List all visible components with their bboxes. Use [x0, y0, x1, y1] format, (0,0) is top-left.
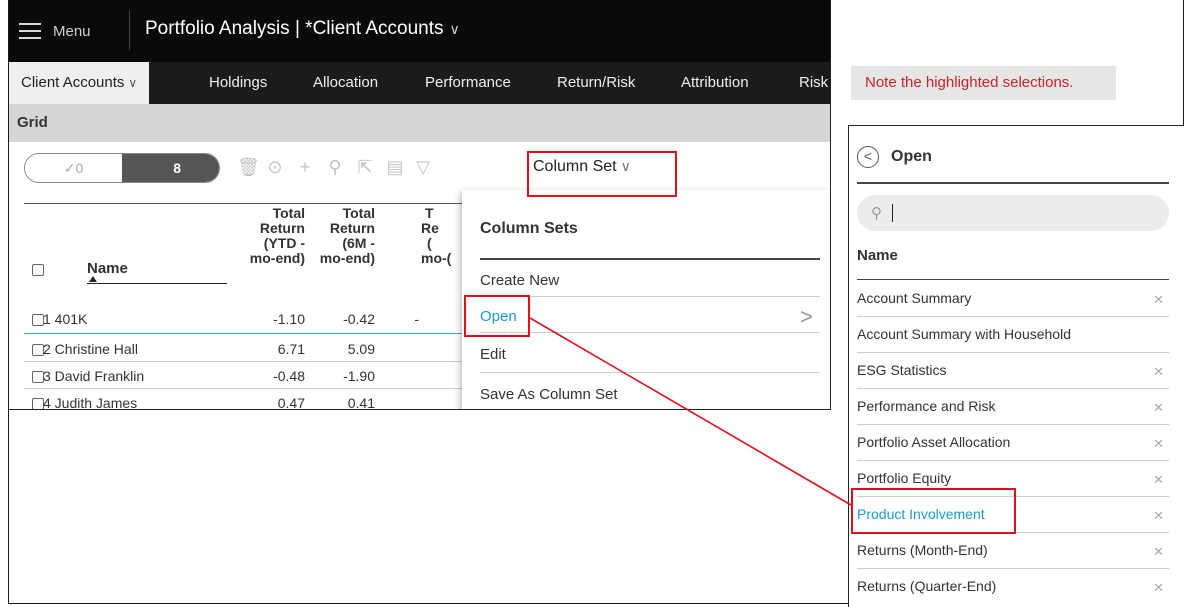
row-divider [24, 388, 464, 389]
table-row-name[interactable]: 2 Christine Hall [43, 341, 138, 357]
unpin-icon[interactable]: ✕ [1153, 436, 1164, 452]
tab-holdings[interactable]: Holdings [209, 62, 267, 104]
divider [857, 182, 1169, 184]
chevron-right-icon: > [800, 304, 813, 329]
menu-button[interactable]: Menu [19, 18, 91, 44]
list-item[interactable]: Account Summary with Household [857, 326, 1169, 342]
unpin-icon[interactable]: ✕ [1153, 400, 1164, 416]
back-icon[interactable]: < [857, 146, 879, 168]
unpin-icon[interactable]: ✕ [1153, 364, 1164, 380]
list-item[interactable]: Returns (Quarter-End) [857, 578, 1169, 594]
hamburger-icon [19, 23, 41, 39]
table-cell: -1.90 [343, 368, 375, 384]
top-bar: Menu Portfolio Analysis | *Client Accoun… [9, 0, 830, 62]
document-icon[interactable]: ▤ [385, 157, 405, 177]
highlight-box-column-set [527, 151, 677, 197]
tab-client-accounts[interactable]: Client Accounts ∨ [9, 62, 150, 104]
select-all-checkbox[interactable] [32, 264, 44, 276]
app-window: Menu Portfolio Analysis | *Client Accoun… [9, 0, 831, 410]
grid-top-border [24, 203, 464, 204]
divider [857, 316, 1169, 317]
selection-toggle[interactable]: ✓0 8 [24, 153, 220, 183]
search-input[interactable]: ⚲ [857, 195, 1169, 231]
divider [129, 10, 130, 50]
delete-icon[interactable]: 🗑 [237, 157, 260, 177]
divider [857, 460, 1169, 461]
sort-ascending-icon [89, 276, 97, 282]
column-header-partial[interactable]: T Re(mo-( [389, 206, 469, 266]
toggle-selected-count[interactable]: ✓0 [25, 154, 122, 182]
tab-attribution[interactable]: Attribution [681, 62, 749, 104]
toggle-total-count[interactable]: 8 [122, 154, 219, 182]
column-sets-title: Column Sets [480, 220, 578, 237]
table-cell: 5.09 [347, 341, 375, 357]
table-cell: -1.10 [273, 311, 305, 327]
table-cell: -0.48 [273, 368, 305, 384]
column-header-name: Name [857, 247, 898, 264]
unpin-icon[interactable]: ✕ [1153, 544, 1164, 560]
tab-risk[interactable]: Risk [799, 62, 828, 104]
grid-section-header: Grid [9, 104, 830, 142]
filter-icon[interactable]: ▽ [413, 157, 433, 177]
circle-chevron-icon[interactable]: ⊙ [265, 157, 285, 177]
unpin-icon[interactable]: ✕ [1153, 292, 1164, 308]
row-divider [24, 361, 464, 362]
column-header-total-return-ytd[interactable]: Total Return (YTD - mo-end) [245, 206, 305, 266]
list-item[interactable]: Performance and Risk [857, 398, 1169, 414]
menu-item-save-as-column-set[interactable]: Save As Column Set [480, 386, 820, 403]
table-cell: - [414, 311, 419, 327]
search-icon: ⚲ [871, 205, 882, 222]
table-cell: 0.41 [347, 395, 375, 410]
chevron-down-icon: ∨ [128, 76, 138, 90]
divider [480, 296, 820, 297]
text-cursor [892, 204, 893, 222]
sort-underline [87, 283, 227, 284]
divider [857, 279, 1169, 280]
menu-item-create-new[interactable]: Create New [480, 272, 820, 289]
list-item[interactable]: Returns (Month-End) [857, 542, 1169, 558]
list-item[interactable]: Portfolio Equity [857, 470, 1169, 486]
highlight-box-open [464, 295, 530, 337]
divider [857, 352, 1169, 353]
menu-item-edit[interactable]: Edit [480, 346, 820, 363]
tab-bar: Client Accounts ∨ Holdings Allocation Per… [9, 62, 830, 104]
unpin-icon[interactable]: ✕ [1153, 580, 1164, 596]
table-row-name[interactable]: 4 Judith James [43, 395, 137, 409]
divider [857, 388, 1169, 389]
unpin-icon[interactable]: ✕ [1153, 472, 1164, 488]
list-item[interactable]: ESG Statistics [857, 362, 1169, 378]
list-item[interactable]: Portfolio Asset Allocation [857, 434, 1169, 450]
panel-title: Open [891, 148, 932, 165]
open-column-set-panel: < Open ⚲ Name Account Summary ✕ Account … [848, 125, 1184, 607]
search-icon[interactable]: ⚲ [325, 157, 345, 177]
table-row-name[interactable]: 3 David Franklin [43, 368, 144, 384]
table-row-name[interactable]: 1 401K [43, 311, 87, 327]
tab-performance[interactable]: Performance [425, 62, 511, 104]
divider [480, 258, 820, 260]
menu-label: Menu [53, 22, 91, 40]
tab-allocation[interactable]: Allocation [313, 62, 378, 104]
table-cell: -0.42 [343, 311, 375, 327]
workspace-title[interactable]: Portfolio Analysis | *Client Accounts ∨ [145, 18, 460, 40]
highlight-box-product-involvement [851, 488, 1016, 534]
list-item[interactable]: Account Summary [857, 290, 1169, 306]
divider [480, 332, 820, 333]
row-divider [24, 333, 464, 334]
table-cell: 0.47 [277, 395, 305, 410]
column-header-name[interactable]: Name [87, 260, 128, 277]
divider [480, 372, 820, 373]
chevron-down-icon: ∨ [449, 21, 460, 37]
grid-label: Grid [17, 114, 48, 131]
export-icon[interactable]: ⇱ [355, 157, 375, 177]
divider [857, 424, 1169, 425]
divider [857, 568, 1169, 569]
callout-note: Note the highlighted selections. [851, 66, 1116, 100]
add-icon[interactable]: + [295, 157, 315, 177]
column-header-total-return-6m[interactable]: Total Return (6M - mo-end) [315, 206, 375, 266]
table-cell: 6.71 [277, 341, 305, 357]
tab-return-risk[interactable]: Return/Risk [557, 62, 635, 104]
unpin-icon[interactable]: ✕ [1153, 508, 1164, 524]
menu-item-open[interactable]: Open [480, 308, 820, 325]
